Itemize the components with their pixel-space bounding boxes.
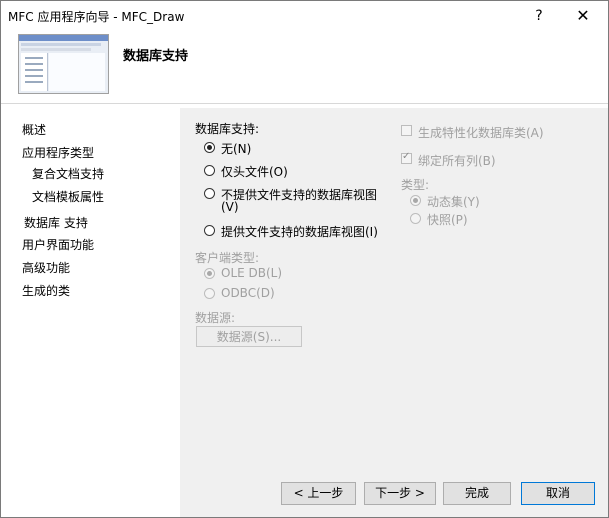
nav-item-doc-template[interactable]: 文档模板属性 — [32, 188, 104, 205]
db-view-no-file-label: 不提供文件支持的数据库视图 — [221, 188, 378, 202]
prev-button[interactable]: < 上一步 — [281, 482, 356, 505]
finish-button[interactable]: 完成 — [443, 482, 511, 505]
type-label: 类型: — [401, 178, 430, 192]
db-none-label: 无(N) — [221, 142, 252, 156]
help-button[interactable]: ? — [525, 4, 553, 28]
db-support-label: 数据库支持: — [195, 122, 260, 136]
cancel-button[interactable]: 取消 — [521, 482, 595, 505]
nav-item-generated-classes[interactable]: 生成的类 — [22, 282, 70, 299]
snapshot-label: 快照(P) — [427, 213, 468, 227]
odbc-label: ODBC(D) — [221, 286, 275, 300]
window-title: MFC 应用程序向导 - MFC_Draw — [8, 10, 185, 24]
radio-indicator[interactable] — [204, 268, 215, 279]
radio-indicator[interactable] — [204, 288, 215, 299]
db-header-only-label: 仅头文件(O) — [221, 165, 288, 179]
db-view-no-file-accel: (V) — [221, 200, 239, 214]
page-title: 数据库支持 — [123, 49, 189, 64]
radio-indicator[interactable] — [204, 225, 215, 236]
oledb-label: OLE DB(L) — [221, 266, 283, 280]
wizard-header: 数据库支持 — [1, 31, 608, 104]
generate-attr-label: 生成特性化数据库类(A) — [418, 126, 544, 140]
radio-indicator[interactable] — [204, 188, 215, 199]
radio-indicator[interactable] — [204, 165, 215, 176]
wizard-window: MFC 应用程序向导 - MFC_Draw ? ✕ 数据库支持 概述 应用程序类… — [0, 0, 609, 518]
next-button[interactable]: 下一步 > — [364, 482, 436, 505]
checkbox-indicator[interactable] — [401, 125, 412, 136]
nav-item-advanced[interactable]: 高级功能 — [22, 259, 70, 276]
nav-item-ui-features[interactable]: 用户界面功能 — [22, 236, 94, 253]
bind-all-label: 绑定所有列(B) — [418, 154, 496, 168]
nav-item-app-type[interactable]: 应用程序类型 — [22, 144, 94, 161]
nav-item-overview[interactable]: 概述 — [22, 121, 46, 138]
radio-indicator[interactable] — [410, 213, 421, 224]
radio-indicator[interactable] — [204, 142, 215, 153]
options-panel: 数据库支持: 无(N) 仅头文件(O) 不提供文件支持的数据库视图 (V) 提供… — [180, 108, 608, 517]
app-preview-icon — [18, 34, 109, 94]
radio-indicator[interactable] — [410, 195, 421, 206]
client-type-label: 客户端类型: — [195, 251, 260, 265]
close-button[interactable]: ✕ — [567, 4, 599, 28]
wizard-nav: 概述 应用程序类型 复合文档支持 文档模板属性 数据库 支持 用户界面功能 高级… — [1, 108, 179, 517]
nav-item-compound-doc[interactable]: 复合文档支持 — [32, 165, 104, 182]
title-bar: MFC 应用程序向导 - MFC_Draw ? ✕ — [1, 1, 608, 31]
datasource-label: 数据源: — [195, 311, 236, 325]
db-view-file-label: 提供文件支持的数据库视图(I) — [221, 225, 378, 239]
nav-item-database[interactable]: 数据库 支持 — [24, 214, 88, 231]
datasource-button[interactable]: 数据源(S)... — [196, 326, 302, 347]
checkbox-indicator[interactable] — [401, 151, 412, 164]
dynaset-label: 动态集(Y) — [427, 195, 480, 209]
